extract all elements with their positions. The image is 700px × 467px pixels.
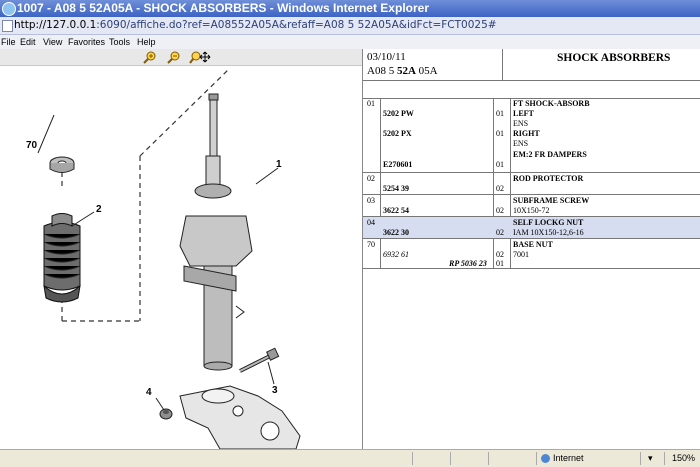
part-row-70[interactable]: 70 BASE NUT 6932 61 02 7001 RP 5036 23 0… <box>363 239 700 269</box>
part-desc: FT SHOCK-ABSORB <box>513 99 590 108</box>
part-number: 04 <box>367 218 375 227</box>
part-qty: 02 <box>496 184 504 193</box>
status-divider <box>536 452 537 465</box>
callout-3: 3 <box>272 385 278 396</box>
globe-icon <box>541 454 550 463</box>
ref-prefix: A08 5 <box>367 65 397 77</box>
part-ref: 5202 PW <box>383 109 414 118</box>
part-qty: 01 <box>496 129 504 138</box>
exploded-parts-diagram: 70 2 1 3 4 <box>26 69 301 449</box>
ref-bold: 52A <box>396 65 416 77</box>
part-qty: 02 <box>496 250 504 259</box>
page-icon <box>2 20 13 32</box>
callout-2: 2 <box>96 204 102 215</box>
part-ref: RP 5036 23 <box>449 259 487 268</box>
callout-4: 4 <box>146 387 152 398</box>
part-qty: 01 <box>496 109 504 118</box>
part-desc: ENS <box>513 139 529 148</box>
menu-tools[interactable]: Tools <box>109 35 130 49</box>
callout-70: 70 <box>26 140 38 151</box>
self-locking-nut-part <box>159 408 173 420</box>
part-desc: 10X150-72 <box>513 206 550 215</box>
diagram-toolbar <box>0 49 362 66</box>
zoom-in-icon[interactable] <box>143 50 157 64</box>
section-title: SHOCK ABSORBERS <box>557 52 671 64</box>
menu-favorites[interactable]: Favorites <box>68 35 105 49</box>
part-ref: 6932 61 <box>383 250 409 259</box>
parts-list-pane: 03/10/11 A08 5 52A 05A SHOCK ABSORBERS 0… <box>363 49 700 449</box>
part-ref: 5202 PX <box>383 129 412 138</box>
callout-1: 1 <box>276 159 282 170</box>
part-number: 02 <box>367 174 375 183</box>
header-spacer <box>363 80 700 99</box>
status-divider <box>412 452 413 465</box>
zoom-out-icon[interactable] <box>167 50 181 64</box>
security-zone[interactable]: Internet <box>553 450 584 467</box>
status-divider <box>640 452 641 465</box>
menu-view[interactable]: View <box>43 35 62 49</box>
part-qty: 02 <box>496 206 504 215</box>
parts-header: 03/10/11 A08 5 52A 05A SHOCK ABSORBERS <box>363 49 700 81</box>
part-number: 03 <box>367 196 375 205</box>
part-qty: 02 <box>496 228 504 237</box>
zoom-pan-icon[interactable] <box>189 50 211 64</box>
part-qty: 01 <box>496 259 504 268</box>
zoom-level[interactable]: 150% <box>672 450 695 467</box>
part-desc: IAM 10X150-12,6-16 <box>513 228 584 237</box>
diagram-reference: A08 5 52A 05A <box>367 65 438 77</box>
part-number: 70 <box>367 240 375 249</box>
diagram-pane: 70 2 1 3 4 <box>0 49 363 449</box>
status-divider <box>664 452 665 465</box>
status-divider <box>488 452 489 465</box>
subframe-screw-part <box>239 347 280 373</box>
part-desc: LEFT <box>513 109 534 118</box>
part-desc: RIGHT <box>513 129 540 138</box>
menu-edit[interactable]: Edit <box>20 35 36 49</box>
catalog-date: 03/10/11 <box>367 51 406 63</box>
menu-help[interactable]: Help <box>137 35 156 49</box>
base-nut-part <box>49 156 75 173</box>
address-bar[interactable]: http://127.0.0.1:6090/affiche.do?ref=A08… <box>0 17 700 35</box>
part-row-04[interactable]: 04 SELF LOCKG NUT 3622 30 02 IAM 10X150-… <box>363 217 700 239</box>
menu-bar: File Edit View Favorites Tools Help <box>0 35 700 49</box>
part-ref: 3622 54 <box>383 206 409 215</box>
header-divider <box>502 49 503 80</box>
rod-protector-part <box>43 213 81 303</box>
part-desc: BASE NUT <box>513 240 553 249</box>
window-title: 1007 - A08 5 52A05A - SHOCK ABSORBERS - … <box>17 1 429 15</box>
part-desc: SELF LOCKG NUT <box>513 218 584 227</box>
part-row-01[interactable]: 01 FT SHOCK-ABSORB 5202 PW 01 LEFT ENS 5… <box>363 98 700 173</box>
window-title-bar: 1007 - A08 5 52A05A - SHOCK ABSORBERS - … <box>0 0 700 17</box>
ref-suffix: 05A <box>415 65 438 77</box>
part-ref: 5254 39 <box>383 184 409 193</box>
menu-file[interactable]: File <box>1 35 16 49</box>
part-number: 01 <box>367 99 375 108</box>
part-desc: EM:2 FR DAMPERS <box>513 150 587 159</box>
status-divider <box>450 452 451 465</box>
part-desc: 7001 <box>513 250 529 259</box>
part-desc: SUBFRAME SCREW <box>513 196 590 205</box>
part-ref: 3622 30 <box>383 228 409 237</box>
part-desc: ROD PROTECTOR <box>513 174 584 183</box>
part-row-03[interactable]: 03 SUBFRAME SCREW 3622 54 02 10X150-72 <box>363 195 700 217</box>
address-path: :6090/affiche.do?ref=A08552A05A&refaff=A… <box>96 19 497 31</box>
address-url[interactable]: http://127.0.0.1:6090/affiche.do?ref=A08… <box>14 17 497 34</box>
internet-explorer-icon <box>2 2 16 16</box>
status-bar: Internet ▾ 150% <box>0 449 700 467</box>
protected-mode-icon[interactable]: ▾ <box>648 450 653 467</box>
part-desc: ENS <box>513 119 529 128</box>
shock-absorber-part <box>179 93 253 371</box>
part-row-02[interactable]: 02 ROD PROTECTOR 5254 39 02 <box>363 173 700 195</box>
steering-knuckle-part <box>179 385 301 449</box>
part-ref: E270601 <box>383 160 413 169</box>
address-host: http://127.0.0.1 <box>14 19 97 31</box>
part-qty: 01 <box>496 160 504 169</box>
